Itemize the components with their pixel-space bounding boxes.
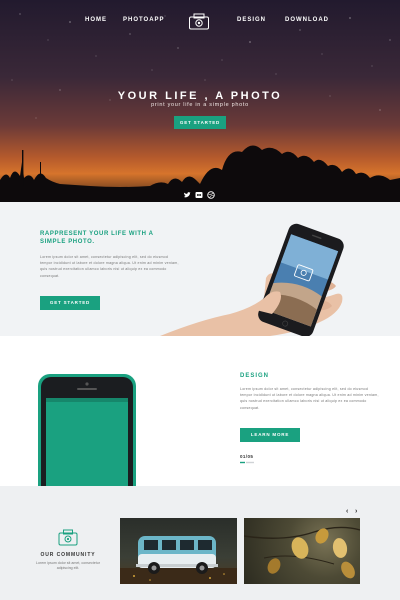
design-title: DESIGN: [240, 373, 270, 379]
social-links: [183, 186, 219, 199]
prev-arrow-icon[interactable]: ‹: [346, 508, 348, 515]
intro-title: RAPPRESENT YOUR LIFE WITH A SIMPLE PHOTO…: [40, 231, 154, 245]
community-photo-leaves[interactable]: [244, 518, 360, 584]
nav-download[interactable]: DOWNLOAD: [285, 17, 329, 23]
community-section: OUR COMMUNITY Lorem ipsum dolor sit amet…: [0, 486, 400, 600]
flickr-icon[interactable]: [195, 186, 203, 198]
nav-home[interactable]: HOME: [85, 17, 107, 23]
van-image: [120, 536, 237, 584]
intro-get-started-button[interactable]: GET STARTED: [40, 296, 100, 310]
intro-section: RAPPRESENT YOUR LIFE WITH A SIMPLE PHOTO…: [0, 202, 400, 336]
twitter-icon[interactable]: [183, 186, 191, 198]
camera-icon: [58, 529, 78, 546]
dribbble-icon[interactable]: [207, 186, 215, 199]
learn-more-button[interactable]: LEARN MORE: [240, 428, 300, 442]
hero-title: YOUR LIFE , A PHOTO: [117, 90, 283, 102]
carousel-controls: ‹ ›: [346, 508, 362, 516]
phone-mockup-image: [38, 374, 136, 486]
slide-indicator: [240, 461, 254, 464]
hero-section: HOME PHOTOAPP DESIGN DOWNLOAD YOUR LIFE …: [0, 0, 400, 202]
community-title: OUR COMMUNITY: [40, 552, 96, 558]
leaves-image: [244, 526, 360, 579]
nav-design[interactable]: DESIGN: [237, 17, 266, 23]
hand-holding-phone-image: [160, 223, 344, 336]
slide-counter: 01/05: [240, 454, 254, 459]
community-text: Lorem ipsum dolor sit amet, consectetur …: [36, 561, 100, 570]
design-paragraph: Lorem ipsum dolor sit amet, consectetur …: [240, 387, 379, 410]
design-section: DESIGN Lorem ipsum dolor sit amet, conse…: [0, 336, 400, 486]
nav-photoapp[interactable]: PHOTOAPP: [123, 17, 165, 23]
top-nav: HOME PHOTOAPP DESIGN DOWNLOAD: [0, 12, 400, 32]
hero-subtitle: print your life in a simple photo: [151, 102, 249, 108]
camera-icon[interactable]: [188, 12, 210, 30]
next-arrow-icon[interactable]: ›: [355, 508, 357, 515]
community-photo-van[interactable]: [120, 518, 237, 584]
intro-paragraph: Lorem ipsum dolor sit amet, consectetur …: [40, 255, 179, 278]
